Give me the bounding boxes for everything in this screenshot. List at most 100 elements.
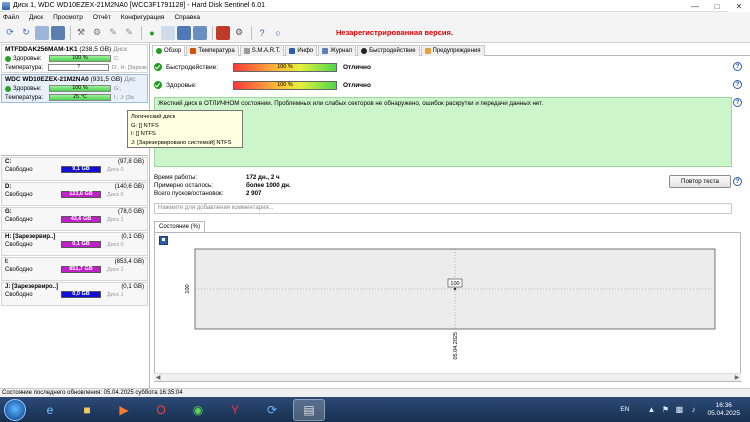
- minimize-button[interactable]: —: [684, 0, 706, 12]
- tray-arrow-icon[interactable]: ▲: [647, 405, 655, 414]
- opera-icon[interactable]: O: [145, 399, 177, 421]
- free-space-bar: 43,6 GB: [61, 216, 101, 223]
- ok-icon: [5, 55, 11, 62]
- tab-smart[interactable]: S.M.A.R.T.: [239, 45, 285, 56]
- disk-temp-row: Температура: ? D:, H: [Зарезе: [5, 64, 147, 71]
- free-space-bar: 9,1 GB: [61, 166, 101, 173]
- menu-report[interactable]: Отчёт: [93, 14, 111, 21]
- scroll-left-icon[interactable]: ◀: [154, 374, 162, 382]
- taskbar: e ■ ▶ O ◉ Y ⟳ ▤ EN ▲ ⚑ ▩ ♪ 16:36 05.04.2…: [0, 397, 750, 422]
- wd-logo-icon[interactable]: ○: [271, 26, 285, 40]
- maximize-button[interactable]: □: [706, 0, 728, 12]
- disk-title: MTFDDAK256MAM-1K1 (238,5 GB) Диск: [5, 46, 128, 53]
- volume-free-row: Свободно 9,1 GB Диск 0: [5, 166, 124, 173]
- tab-alerts[interactable]: Предупреждения: [420, 45, 485, 56]
- tab-performance[interactable]: Быстродействие: [357, 45, 420, 56]
- status-bar: Состояние последнего обновления: 05.04.2…: [0, 388, 750, 397]
- tab-overview[interactable]: Обзор: [152, 45, 186, 56]
- volume-free-row: Свободно 43,6 GB Диск 1: [5, 216, 124, 223]
- toolbar-separator: [251, 25, 252, 40]
- tab-bar: Обзор Температура S.M.A.R.T. Инфо Журнал…: [152, 45, 750, 56]
- sync-icon[interactable]: ⟳: [256, 399, 288, 421]
- menu-view[interactable]: Просмотр: [53, 14, 83, 21]
- ok-icon: [154, 81, 162, 89]
- media-player-icon[interactable]: ▶: [108, 399, 140, 421]
- disk-item[interactable]: MTFDDAK256MAM-1K1 (238,5 GB) Диск Здоров…: [1, 44, 148, 73]
- volume-tooltip: Логический диск G: [] NTFS I: [] NTFS J:…: [127, 110, 243, 148]
- wrench-icon[interactable]: ⚙: [90, 26, 104, 40]
- volume-icon[interactable]: ♪: [689, 405, 697, 414]
- chrome-icon[interactable]: ◉: [182, 399, 214, 421]
- volume-free-row: Свободно 0,0 GB Диск 1: [5, 291, 124, 298]
- language-indicator[interactable]: EN: [620, 406, 629, 413]
- tab-info[interactable]: Инфо: [285, 45, 318, 56]
- alert-icon[interactable]: [216, 25, 230, 40]
- report-icon[interactable]: [161, 25, 175, 40]
- volume-item[interactable]: J: [Зарезервиро..] (0,1 GB) Свободно 0,0 GB…: [1, 282, 148, 306]
- health-icon[interactable]: ●: [145, 26, 159, 40]
- menu-bar: Файл Диск Просмотр Отчёт Конфигурация Сп…: [0, 12, 750, 23]
- volume-title: D: (140,6 GB): [5, 184, 144, 190]
- close-button[interactable]: ✕: [728, 0, 750, 12]
- temp-bar: 25 °C: [49, 94, 111, 101]
- volume-item[interactable]: C: (97,8 GB) Свободно 9,1 GB Диск 0: [1, 157, 148, 181]
- rescan-icon[interactable]: ↻: [19, 26, 33, 40]
- help-icon[interactable]: ?: [733, 177, 742, 186]
- help-icon[interactable]: ?: [733, 62, 742, 71]
- network-icon[interactable]: ▩: [675, 405, 684, 414]
- menu-file[interactable]: Файл: [3, 14, 19, 21]
- comment-input[interactable]: Нажмите для добавления комментария...: [154, 203, 732, 214]
- disk-temp-row: Температура: 25 °C I:, J: [За: [5, 94, 134, 101]
- flag-icon[interactable]: ⚑: [661, 405, 669, 414]
- config-icon[interactable]: [193, 25, 207, 40]
- window-title: Диск 1, WDC WD10EZEX-21M2NA0 [WCC3F17911…: [13, 2, 266, 9]
- clock[interactable]: 16:36 05.04.2025: [707, 402, 740, 418]
- tab-health-chart[interactable]: Состояние (%): [154, 221, 205, 232]
- volume-item[interactable]: G: (78,0 GB) Свободно 43,6 GB Диск 1: [1, 207, 148, 231]
- temp-bar: ?: [48, 64, 109, 71]
- refresh-icon[interactable]: ⟳: [3, 26, 17, 40]
- yandex-icon[interactable]: Y: [219, 399, 251, 421]
- retest-button[interactable]: Повтор теста: [669, 175, 731, 188]
- overview-pane: Быстродействие: 100 % Отлично ? Здоровье…: [152, 57, 744, 388]
- disk-health-row: Здоровье: 100 % G:,: [2, 84, 147, 93]
- volume-title: G: (78,0 GB): [5, 209, 144, 215]
- window-controls: — □ ✕: [684, 0, 750, 12]
- hdsentinel-taskbar-button[interactable]: ▤: [293, 398, 325, 421]
- disk-info-icon[interactable]: [35, 25, 49, 40]
- disk-item-selected[interactable]: WDC WD10EZEX-21M2NA0 (931,5 GB) Дис Здор…: [1, 74, 148, 103]
- menu-disk[interactable]: Диск: [29, 14, 43, 21]
- menu-help[interactable]: Справка: [174, 14, 200, 21]
- start-button[interactable]: [4, 398, 26, 421]
- send-icon[interactable]: [177, 25, 191, 40]
- help-icon[interactable]: ?: [733, 80, 742, 89]
- health-row: Здоровье: 100 % Отлично: [154, 79, 371, 91]
- tab-log[interactable]: Журнал: [318, 45, 357, 56]
- volume-item[interactable]: I: (853,4 GB) Свободно 851,7 GB Диск 1: [1, 257, 148, 281]
- thermometer-icon: [190, 48, 197, 54]
- volume-title: H: [Зарезервир..] (0,1 GB): [5, 234, 144, 240]
- test-icon[interactable]: ✎: [106, 26, 120, 40]
- ie-icon[interactable]: e: [34, 399, 66, 421]
- unregistered-notice[interactable]: Незарегистрированная версия.: [336, 28, 453, 37]
- scroll-right-icon[interactable]: ▶: [733, 374, 741, 382]
- toolbar-separator: [141, 25, 142, 40]
- surface-test-icon[interactable]: ✎: [122, 26, 136, 40]
- smart-icon: [243, 48, 250, 54]
- help-icon[interactable]: ?: [733, 98, 742, 107]
- disk-stats: Время работы: 172 дн., 2 ч Примерно остал…: [154, 173, 291, 197]
- log-icon: [322, 48, 329, 54]
- volume-free-row: Свободно 123,6 GB Диск 0: [5, 191, 124, 198]
- tool-icon[interactable]: ⚒: [74, 26, 88, 40]
- volume-item[interactable]: H: [Зарезервир..] (0,1 GB) Свободно 0,1 GB Д…: [1, 232, 148, 256]
- menu-configuration[interactable]: Конфигурация: [121, 14, 165, 21]
- toolbar-separator: [70, 25, 71, 40]
- monitor-icon[interactable]: [51, 25, 65, 40]
- tab-temperature[interactable]: Температура: [186, 45, 239, 56]
- explorer-icon[interactable]: ■: [71, 399, 103, 421]
- help-icon[interactable]: ?: [255, 26, 269, 40]
- chart-scrollbar[interactable]: ◀ ▶: [154, 373, 741, 381]
- volume-item[interactable]: D: (140,6 GB) Свободно 123,6 GB Диск 0: [1, 182, 148, 206]
- settings-icon[interactable]: ⚙: [232, 26, 246, 40]
- disk-list-panel: MTFDDAK256MAM-1K1 (238,5 GB) Диск Здоров…: [0, 43, 150, 388]
